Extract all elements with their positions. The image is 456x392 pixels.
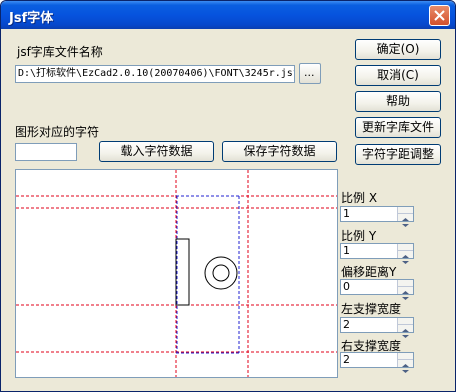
param-label-scale-x: 比例 X <box>341 191 378 205</box>
glyph-inner-ring <box>212 264 230 282</box>
offset-y-arrows <box>397 280 413 300</box>
scale-x-spinbox[interactable]: 1 <box>340 206 414 227</box>
offset-y-value: 0 <box>343 280 350 293</box>
left-support-up-button[interactable] <box>398 318 413 332</box>
char-field-label: 图形对应的字符 <box>15 125 100 139</box>
right-support-spinbox[interactable]: 2 <box>340 352 414 373</box>
offset-y-up-button[interactable] <box>398 280 413 294</box>
scale-y-spinbox[interactable]: 1 <box>340 243 414 264</box>
scale-y-value: 1 <box>343 244 350 257</box>
left-support-arrows <box>397 318 413 338</box>
glyph-preview-canvas[interactable] <box>15 169 338 378</box>
spin-down-icon <box>402 370 409 373</box>
close-button[interactable] <box>429 5 450 26</box>
glyph-stroke-bar <box>175 238 190 306</box>
save-char-data-button[interactable]: 保存字符数据 <box>222 141 337 162</box>
scale-x-value: 1 <box>343 207 350 220</box>
glyph-preview-drawing <box>16 170 337 377</box>
scale-y-arrows <box>397 244 413 264</box>
char-spacing-button[interactable]: 字符字距调整 <box>355 144 441 165</box>
load-char-data-button[interactable]: 载入字符数据 <box>99 141 214 162</box>
left-support-spinbox[interactable]: 2 <box>340 317 414 338</box>
browse-label: ... <box>304 66 315 79</box>
right-support-down-button[interactable] <box>398 360 413 373</box>
guide-lines <box>16 170 337 377</box>
param-label-left-support: 左支撑宽度 <box>341 302 402 316</box>
offset-y-down-button[interactable] <box>398 287 413 300</box>
left-support-value: 2 <box>343 318 350 331</box>
spin-down-icon <box>402 261 409 264</box>
ok-button[interactable]: 确定(O) <box>355 39 441 60</box>
param-label-scale-y: 比例 Y <box>341 229 377 243</box>
window-title: Jsf字体 <box>9 11 54 26</box>
font-file-path-input[interactable]: D:\打标软件\EzCad2.0.10(20070406)\FONT\3245r… <box>15 65 295 83</box>
char-input[interactable] <box>15 143 77 161</box>
right-support-arrows <box>397 353 413 373</box>
spin-down-icon <box>402 335 409 338</box>
jsf-font-dialog: Jsf字体 jsf字库文件名称 D:\打标软件\EzCad2.0.10(2007… <box>0 0 456 392</box>
spin-down-icon <box>402 224 409 227</box>
update-font-file-button[interactable]: 更新字库文件 <box>355 117 441 138</box>
right-support-up-button[interactable] <box>398 353 413 367</box>
spin-down-icon <box>402 297 409 300</box>
browse-button[interactable]: ... <box>299 63 321 84</box>
scale-x-up-button[interactable] <box>398 207 413 221</box>
cancel-button[interactable]: 取消(C) <box>355 65 441 86</box>
param-label-offset-y: 偏移距离Y <box>341 265 397 279</box>
scale-y-up-button[interactable] <box>398 244 413 258</box>
close-icon <box>434 10 445 21</box>
scale-y-down-button[interactable] <box>398 251 413 264</box>
scale-x-down-button[interactable] <box>398 214 413 227</box>
left-support-down-button[interactable] <box>398 325 413 338</box>
glyph-outer-ring <box>204 256 238 290</box>
font-file-label: jsf字库文件名称 <box>17 45 103 59</box>
title-bar: Jsf字体 <box>1 1 455 29</box>
offset-y-spinbox[interactable]: 0 <box>340 279 414 300</box>
help-button[interactable]: 帮助 <box>355 91 441 112</box>
right-support-value: 2 <box>343 353 350 366</box>
scale-x-arrows <box>397 207 413 227</box>
